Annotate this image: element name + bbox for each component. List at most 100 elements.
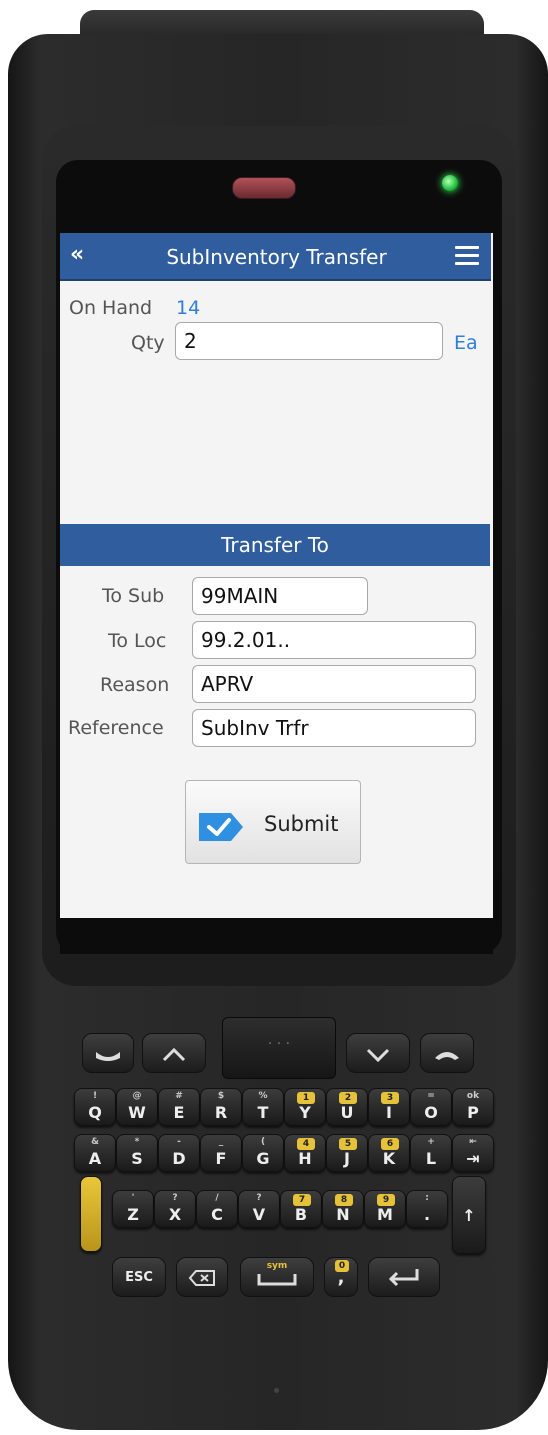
key-letter: N — [336, 1205, 350, 1224]
key-j[interactable]: 5J — [326, 1134, 368, 1172]
key-letter: E — [173, 1103, 185, 1122]
reference-label: Reference — [68, 717, 164, 739]
key-letter: G — [256, 1149, 270, 1168]
enter-key[interactable] — [368, 1257, 440, 1297]
up-key[interactable] — [142, 1033, 206, 1073]
comma-key[interactable]: 0, — [324, 1257, 358, 1297]
end-call-key[interactable] — [420, 1033, 474, 1073]
key-letter: C — [211, 1205, 223, 1224]
key-symbol: ? — [172, 1193, 178, 1203]
key-letter: . — [423, 1205, 431, 1224]
key-t[interactable]: % T — [242, 1088, 284, 1126]
on-hand-label: On Hand — [69, 297, 153, 319]
key-y[interactable]: 1Y — [284, 1088, 326, 1126]
key-s[interactable]: * S — [116, 1134, 158, 1172]
menu-button[interactable] — [455, 246, 479, 266]
key-symbol: ' — [131, 1193, 135, 1203]
key-h[interactable]: 4H — [284, 1134, 326, 1172]
zero-sym: 0 — [335, 1260, 349, 1272]
phone-answer-icon — [96, 1052, 120, 1061]
key-letter: X — [168, 1205, 182, 1224]
key-symbol: = — [427, 1091, 435, 1101]
key-symbol: / — [215, 1193, 219, 1203]
key-u[interactable]: 2U — [326, 1088, 368, 1126]
esc-key[interactable]: ESC — [112, 1257, 166, 1297]
key-letter: S — [131, 1149, 143, 1168]
key-letter: Y — [299, 1103, 311, 1122]
key-symbol: & — [91, 1137, 99, 1147]
key-q[interactable]: ! Q — [74, 1088, 116, 1126]
scan-key[interactable] — [80, 1176, 102, 1252]
key-g[interactable]: (G — [242, 1134, 284, 1172]
key-e[interactable]: # E — [158, 1088, 200, 1126]
key-d[interactable]: -D — [158, 1134, 200, 1172]
key-v[interactable]: ? V — [238, 1190, 280, 1228]
call-key[interactable] — [82, 1033, 134, 1073]
chevron-down-icon — [366, 1048, 390, 1063]
key-p[interactable]: ok P — [452, 1088, 494, 1126]
key-symbol: 3 — [381, 1092, 399, 1104]
key-letter: M — [377, 1205, 393, 1224]
enter-icon — [388, 1269, 419, 1287]
key-letter: O — [424, 1103, 438, 1122]
key-o[interactable]: = O — [410, 1088, 452, 1126]
key-letter: W — [128, 1103, 146, 1122]
key-letter: Q — [88, 1103, 102, 1122]
key-symbol: + — [427, 1137, 435, 1147]
key-letter: P — [467, 1103, 479, 1122]
key-symbol: 9 — [377, 1194, 395, 1206]
app-header: « SubInventory Transfer — [60, 233, 491, 281]
key-f[interactable]: _ F — [200, 1134, 242, 1172]
key-c[interactable]: / C — [196, 1190, 238, 1228]
key-w[interactable]: @ W — [116, 1088, 158, 1126]
qty-label: Qty — [131, 332, 165, 354]
key-symbol: 7 — [293, 1194, 311, 1206]
key-symbol: 5 — [339, 1138, 357, 1150]
key-letter: I — [386, 1103, 392, 1122]
key-x[interactable]: ? X — [154, 1190, 196, 1228]
backspace-key[interactable] — [176, 1257, 228, 1297]
key-letter: H — [298, 1149, 312, 1168]
to-loc-input[interactable] — [192, 621, 476, 659]
nav-center-key[interactable]: · · · — [222, 1017, 336, 1079]
key-x[interactable]: :. — [406, 1190, 448, 1228]
key-x[interactable]: ⇤ ⇥ — [452, 1134, 494, 1172]
key-z[interactable]: ' Z — [112, 1190, 154, 1228]
reference-input[interactable] — [192, 709, 476, 747]
to-sub-input[interactable] — [192, 577, 368, 615]
key-a[interactable]: & A — [74, 1134, 116, 1172]
key-m[interactable]: 9M — [364, 1190, 406, 1228]
key-symbol: 6 — [381, 1138, 399, 1150]
key-symbol: % — [258, 1091, 268, 1101]
key-n[interactable]: 8N — [322, 1190, 364, 1228]
reason-input[interactable] — [192, 665, 476, 703]
to-loc-label: To Loc — [108, 630, 167, 652]
shift-key[interactable]: ↑ — [452, 1176, 486, 1254]
speaker-grille — [232, 177, 296, 199]
key-k[interactable]: 6K — [368, 1134, 410, 1172]
chevron-up-icon — [162, 1047, 186, 1062]
key-symbol: 8 — [335, 1194, 353, 1206]
key-symbol: # — [175, 1091, 183, 1101]
page-title: SubInventory Transfer — [166, 245, 387, 269]
key-symbol: ( — [260, 1137, 266, 1147]
key-symbol: @ — [132, 1091, 142, 1101]
microphone-dot — [274, 1388, 279, 1393]
key-i[interactable]: 3I — [368, 1088, 410, 1126]
key-letter: D — [172, 1149, 186, 1168]
key-l[interactable]: + L — [410, 1134, 452, 1172]
qty-input[interactable] — [175, 322, 443, 360]
key-b[interactable]: 7B — [280, 1190, 322, 1228]
uom-link[interactable]: Ea — [454, 332, 478, 354]
key-letter: A — [88, 1149, 102, 1168]
key-symbol: ⇤ — [469, 1137, 477, 1147]
key-symbol: $ — [217, 1091, 225, 1101]
section-transfer-to: Transfer To — [60, 524, 490, 566]
hamburger-menu-icon — [455, 246, 479, 265]
space-key[interactable]: sym — [240, 1257, 314, 1297]
submit-button[interactable]: Submit — [185, 780, 361, 864]
reason-label: Reason — [100, 674, 170, 696]
key-r[interactable]: $ R — [200, 1088, 242, 1126]
down-key[interactable] — [346, 1033, 410, 1073]
phone-hangup-icon — [435, 1052, 459, 1060]
